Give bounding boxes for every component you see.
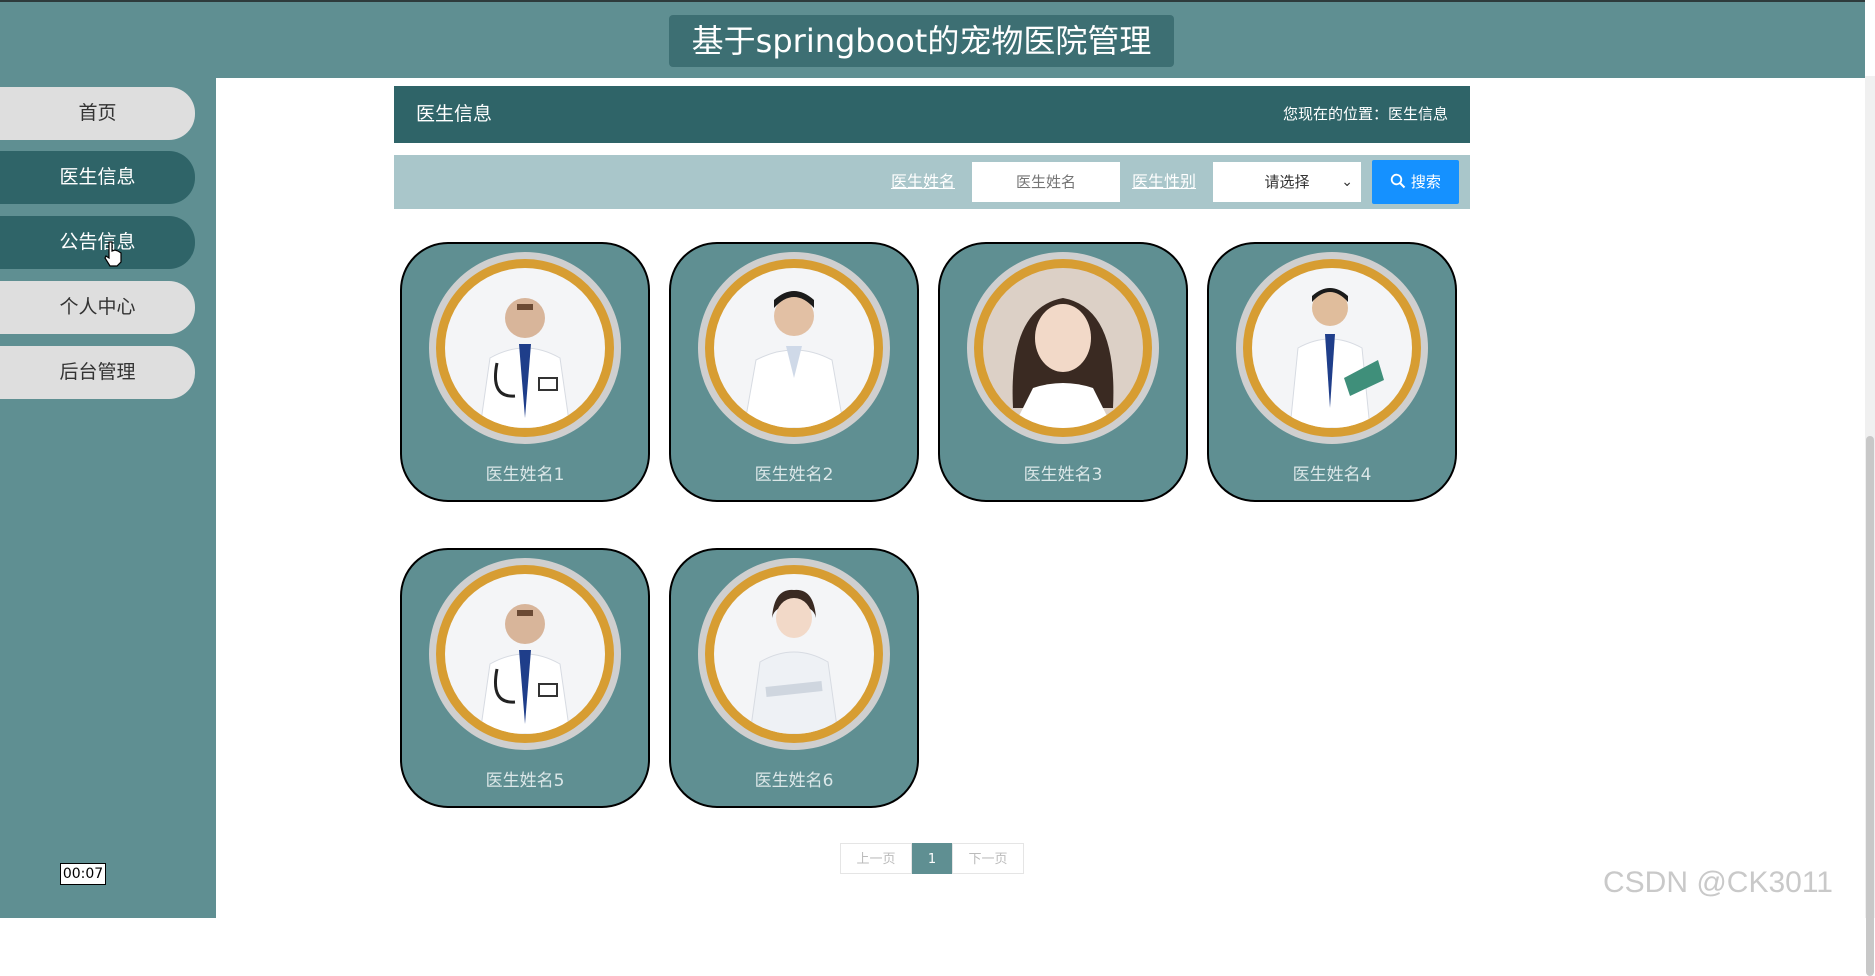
gender-select[interactable]: 请选择 ⌄	[1213, 162, 1361, 202]
search-button[interactable]: 搜索	[1372, 160, 1459, 204]
avatar-ring	[698, 558, 890, 750]
doctor-card[interactable]: 医生姓名3	[938, 242, 1188, 502]
next-page-button[interactable]: 下一页	[952, 843, 1024, 874]
page-1-button[interactable]: 1	[912, 843, 952, 874]
breadcrumb: 您现在的位置：医生信息	[1282, 105, 1448, 123]
sidebar-item-admin[interactable]: 后台管理	[0, 346, 195, 399]
sidebar-item-doctors[interactable]: 医生信息	[0, 151, 195, 204]
avatar-ring	[429, 252, 621, 444]
doctor-card[interactable]: 医生姓名6	[669, 548, 919, 808]
avatar-ring	[967, 252, 1159, 444]
doctor-card[interactable]: 医生姓名4	[1207, 242, 1457, 502]
avatar-gold-ring	[974, 259, 1152, 437]
doctor-name: 医生姓名1	[485, 465, 565, 485]
doctor-name: 医生姓名3	[1023, 465, 1103, 485]
hand-cursor-icon	[104, 241, 122, 267]
avatar-ring	[429, 558, 621, 750]
doctor-photo	[714, 574, 874, 734]
doctor-name-label: 医生姓名	[891, 172, 956, 191]
sidebar: 首页 医生信息 公告信息 个人中心 后台管理	[0, 76, 216, 918]
search-icon	[1390, 173, 1406, 189]
avatar-gold-ring	[1243, 259, 1421, 437]
vertical-scrollbar[interactable]	[1865, 76, 1875, 976]
doctor-photo	[445, 574, 605, 734]
scrollbar-thumb[interactable]	[1866, 436, 1874, 976]
sidebar-item-announcements[interactable]: 公告信息	[0, 216, 195, 269]
watermark: CSDN @CK3011	[1603, 866, 1833, 899]
doctor-photo	[983, 268, 1143, 428]
doctor-photo	[1252, 268, 1412, 428]
sidebar-item-profile[interactable]: 个人中心	[0, 281, 195, 334]
search-bar: 医生姓名 医生性别 请选择 ⌄ 搜索	[394, 155, 1470, 209]
avatar-gold-ring	[705, 259, 883, 437]
breadcrumb-bar: 医生信息 您现在的位置：医生信息	[394, 86, 1470, 143]
doctor-photo	[445, 268, 605, 428]
gender-select-value: 请选择	[1264, 173, 1310, 191]
doctor-name-input[interactable]	[972, 162, 1120, 202]
top-header: 基于springboot的宠物医院管理	[0, 0, 1865, 78]
avatar-gold-ring	[705, 565, 883, 743]
sidebar-item-home[interactable]: 首页	[0, 87, 195, 140]
doctor-name: 医生姓名4	[1292, 465, 1372, 485]
avatar-gold-ring	[436, 259, 614, 437]
chevron-down-icon: ⌄	[1341, 174, 1353, 190]
avatar-ring	[698, 252, 890, 444]
doctor-card[interactable]: 医生姓名2	[669, 242, 919, 502]
search-button-label: 搜索	[1410, 173, 1441, 191]
avatar-ring	[1236, 252, 1428, 444]
doctor-name: 医生姓名2	[754, 465, 834, 485]
site-title: 基于springboot的宠物医院管理	[669, 15, 1174, 67]
doctor-name: 医生姓名5	[485, 771, 565, 791]
doctor-gender-label: 医生性别	[1132, 172, 1197, 191]
page-title: 医生信息	[416, 103, 493, 125]
avatar-gold-ring	[436, 565, 614, 743]
doctor-photo	[714, 268, 874, 428]
doctor-card[interactable]: 医生姓名5	[400, 548, 650, 808]
prev-page-button[interactable]: 上一页	[840, 843, 912, 874]
doctor-card[interactable]: 医生姓名1	[400, 242, 650, 502]
video-timer: 00:07	[60, 863, 106, 885]
doctor-name: 医生姓名6	[754, 771, 834, 791]
